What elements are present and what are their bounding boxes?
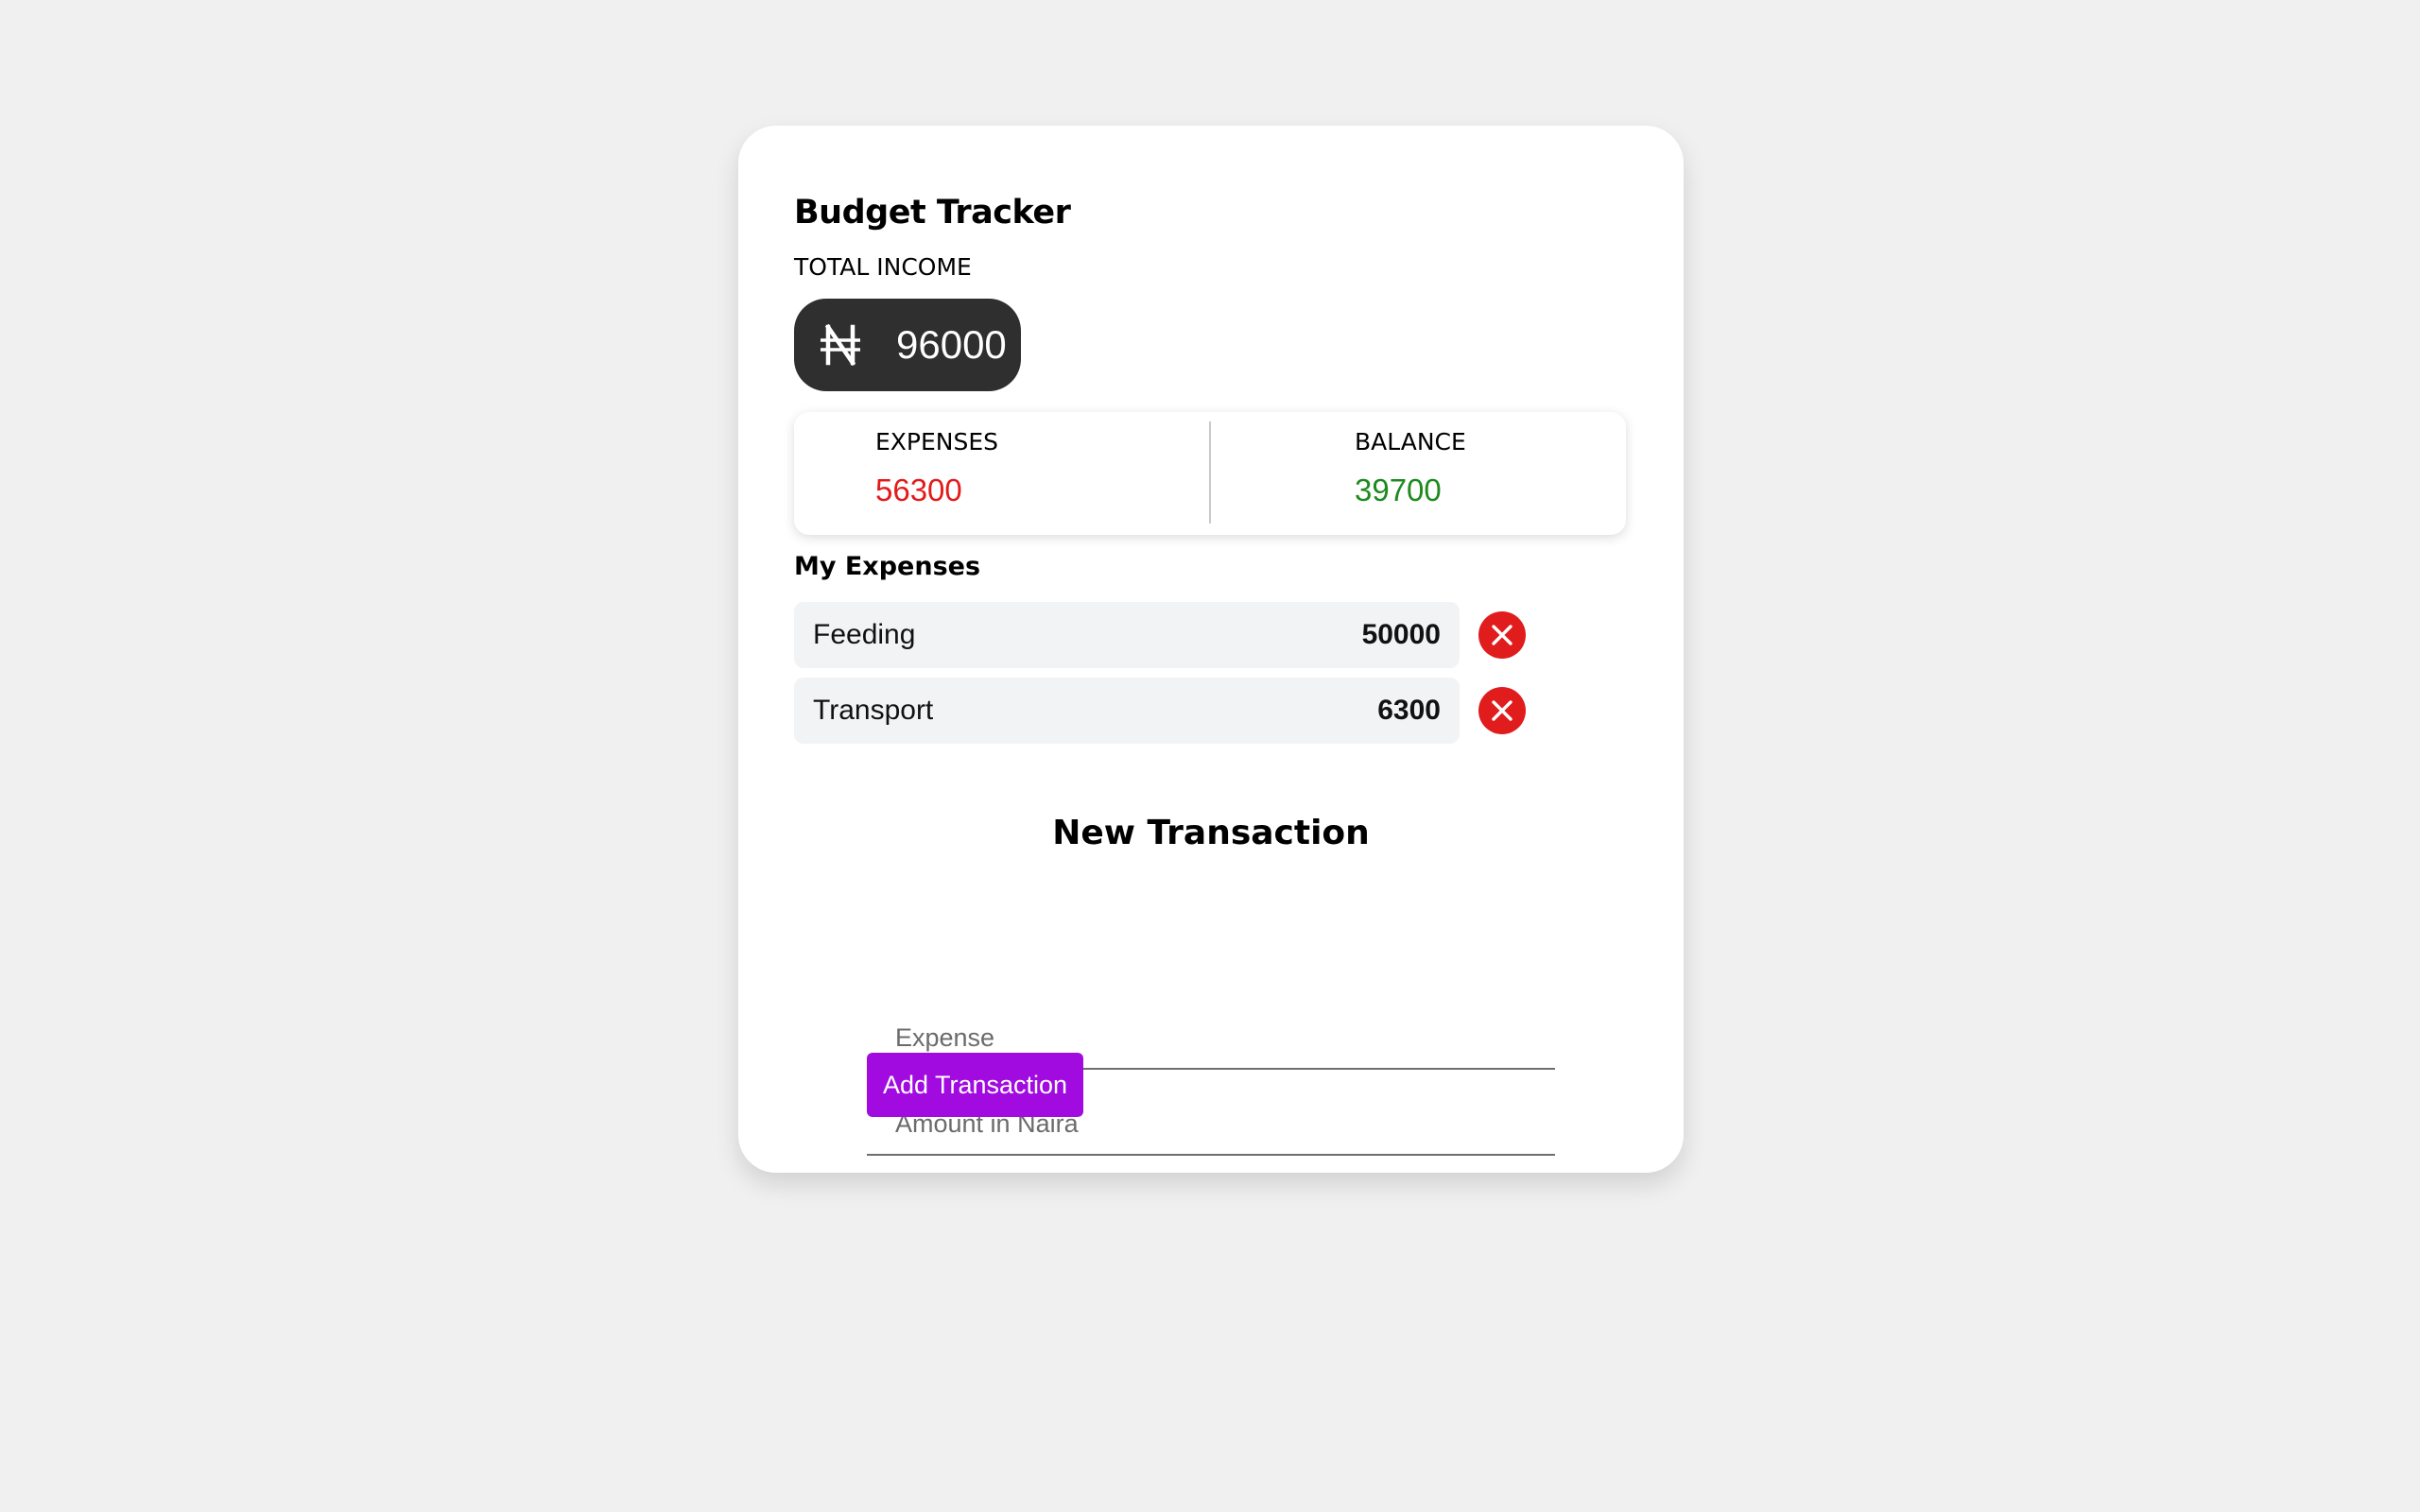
budget-tracker-card: Budget Tracker TOTAL INCOME 96000 EXPENS… [738,126,1684,1173]
expense-name: Feeding [813,619,916,650]
balance-label: BALANCE [1355,428,1466,455]
delete-expense-button[interactable] [1478,611,1526,659]
my-expenses-title: My Expenses [794,552,981,581]
expenses-label: EXPENSES [875,428,999,455]
expense-row: Transport 6300 [794,678,1460,744]
expense-amount: 6300 [1377,695,1441,726]
summary-panel: EXPENSES 56300 BALANCE 39700 [794,412,1626,535]
close-icon [1492,700,1512,721]
expense-row: Feeding 50000 [794,602,1460,668]
total-income-label: TOTAL INCOME [794,253,972,281]
total-income-value: 96000 [896,322,1007,367]
expense-name: Transport [813,695,934,726]
total-income-badge: 96000 [794,299,1021,391]
summary-divider [1209,421,1211,524]
new-transaction-title: New Transaction [1052,814,1370,852]
naira-icon [821,323,860,367]
close-icon [1492,625,1512,645]
expenses-value: 56300 [875,472,962,507]
app-title: Budget Tracker [794,194,1071,232]
expense-amount: 50000 [1361,619,1441,650]
balance-value: 39700 [1355,472,1442,507]
add-transaction-button[interactable]: Add Transaction [867,1053,1083,1117]
delete-expense-button[interactable] [1478,687,1526,734]
